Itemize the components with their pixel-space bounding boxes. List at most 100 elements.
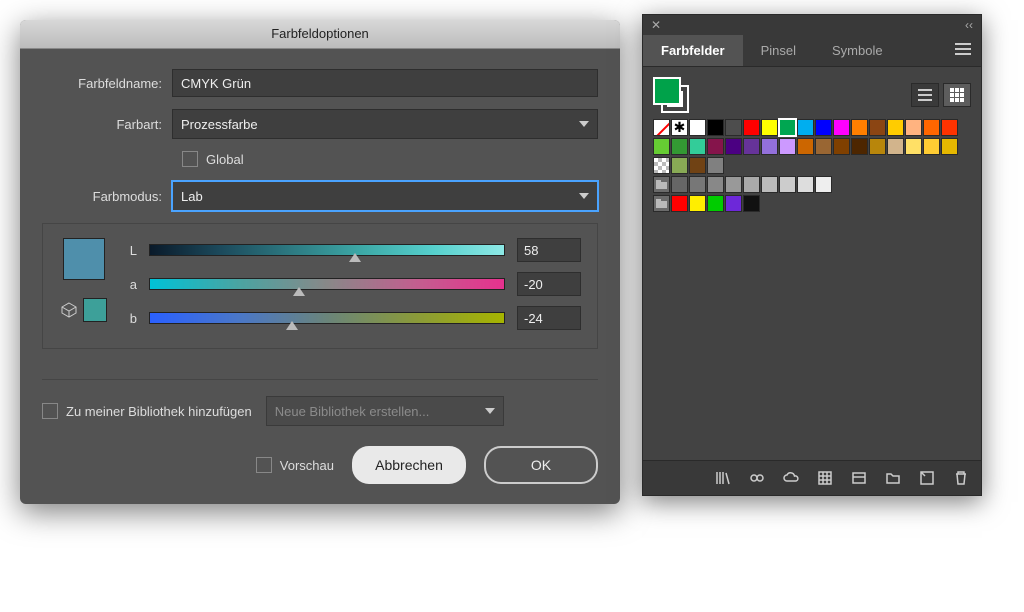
color-group-icon[interactable] xyxy=(851,470,867,486)
swatch[interactable] xyxy=(707,138,724,155)
swatch[interactable] xyxy=(869,138,886,155)
color-group-folder[interactable] xyxy=(653,176,670,193)
swatch[interactable] xyxy=(923,119,940,136)
slider-L[interactable] xyxy=(149,244,505,256)
slider-b[interactable] xyxy=(149,312,505,324)
preview-label: Vorschau xyxy=(280,458,334,473)
swatch[interactable] xyxy=(689,119,706,136)
swatch[interactable] xyxy=(815,119,832,136)
menu-icon xyxy=(955,43,971,55)
swatch[interactable] xyxy=(653,157,670,174)
panel-tabs: FarbfelderPinselSymbole xyxy=(643,35,981,67)
swatch[interactable] xyxy=(833,138,850,155)
swatch[interactable] xyxy=(743,138,760,155)
close-icon[interactable]: ✕ xyxy=(651,18,661,32)
swatch[interactable] xyxy=(671,176,688,193)
slider-a[interactable] xyxy=(149,278,505,290)
swatch[interactable] xyxy=(815,138,832,155)
link-icon[interactable] xyxy=(749,470,765,486)
swatch[interactable] xyxy=(779,119,796,136)
swatch[interactable] xyxy=(725,176,742,193)
swatch[interactable] xyxy=(887,138,904,155)
swatch[interactable] xyxy=(869,119,886,136)
swatch[interactable] xyxy=(743,176,760,193)
tab-symbole[interactable]: Symbole xyxy=(814,35,901,66)
cancel-button[interactable]: Abbrechen xyxy=(352,446,466,484)
color-mode-value: Lab xyxy=(181,189,203,204)
swatch[interactable] xyxy=(941,138,958,155)
swatch[interactable] xyxy=(761,176,778,193)
swatch-options-icon[interactable] xyxy=(817,470,833,486)
swatch[interactable] xyxy=(725,119,742,136)
swatch-registration[interactable] xyxy=(671,119,688,136)
value-b-input[interactable] xyxy=(517,306,581,330)
slider-thumb-icon[interactable] xyxy=(293,287,305,296)
swatch[interactable] xyxy=(851,119,868,136)
swatch[interactable] xyxy=(761,138,778,155)
trash-icon[interactable] xyxy=(953,470,969,486)
panel-footer xyxy=(643,460,981,495)
value-L-input[interactable] xyxy=(517,238,581,262)
swatch[interactable] xyxy=(689,176,706,193)
swatch[interactable] xyxy=(671,157,688,174)
color-sliders-group: L a b xyxy=(42,223,598,349)
slider-thumb-icon[interactable] xyxy=(349,253,361,262)
value-a-input[interactable] xyxy=(517,272,581,296)
swatch[interactable] xyxy=(779,176,796,193)
panel-menu-button[interactable] xyxy=(945,35,981,66)
swatch[interactable] xyxy=(707,157,724,174)
list-view-button[interactable] xyxy=(911,83,939,107)
swatch[interactable] xyxy=(797,119,814,136)
swatch[interactable] xyxy=(653,138,670,155)
collapse-icon[interactable]: ‹‹ xyxy=(965,18,973,32)
preview-checkbox[interactable] xyxy=(256,457,272,473)
cloud-icon[interactable] xyxy=(783,470,799,486)
color-type-select[interactable]: Prozessfarbe xyxy=(172,109,598,139)
swatch[interactable] xyxy=(797,176,814,193)
grid-icon xyxy=(950,88,964,102)
swatch[interactable] xyxy=(689,138,706,155)
swatch[interactable] xyxy=(779,138,796,155)
swatch[interactable] xyxy=(815,176,832,193)
swatch[interactable] xyxy=(923,138,940,155)
color-group-folder[interactable] xyxy=(653,195,670,212)
swatch[interactable] xyxy=(689,157,706,174)
swatch[interactable] xyxy=(887,119,904,136)
fill-color-box[interactable] xyxy=(653,77,681,105)
grid-view-button[interactable] xyxy=(943,83,971,107)
swatch[interactable] xyxy=(905,138,922,155)
swatch[interactable] xyxy=(725,138,742,155)
swatch[interactable] xyxy=(707,195,724,212)
ok-button[interactable]: OK xyxy=(484,446,598,484)
library-select[interactable]: Neue Bibliothek erstellen... xyxy=(266,396,504,426)
swatch[interactable] xyxy=(671,195,688,212)
add-to-library-checkbox[interactable] xyxy=(42,403,58,419)
swatch[interactable] xyxy=(689,195,706,212)
swatch[interactable] xyxy=(743,195,760,212)
swatch[interactable] xyxy=(797,138,814,155)
slider-b-label: b xyxy=(123,311,137,326)
color-mode-select[interactable]: Lab xyxy=(172,181,598,211)
folder-icon[interactable] xyxy=(885,470,901,486)
swatch-name-input[interactable] xyxy=(172,69,598,97)
tab-pinsel[interactable]: Pinsel xyxy=(743,35,814,66)
swatch[interactable] xyxy=(905,119,922,136)
original-color-swatch[interactable] xyxy=(83,298,107,322)
new-swatch-icon[interactable] xyxy=(919,470,935,486)
global-checkbox[interactable] xyxy=(182,151,198,167)
tab-farbfelder[interactable]: Farbfelder xyxy=(643,35,743,66)
swatch[interactable] xyxy=(941,119,958,136)
swatch[interactable] xyxy=(671,138,688,155)
swatch-none[interactable] xyxy=(653,119,670,136)
swatch[interactable] xyxy=(707,119,724,136)
swatch[interactable] xyxy=(851,138,868,155)
swatch[interactable] xyxy=(707,176,724,193)
swatch[interactable] xyxy=(761,119,778,136)
slider-thumb-icon[interactable] xyxy=(286,321,298,330)
library-icon[interactable] xyxy=(715,470,731,486)
swatch[interactable] xyxy=(833,119,850,136)
fill-stroke-indicator[interactable] xyxy=(653,77,689,113)
swatch[interactable] xyxy=(725,195,742,212)
out-of-gamut-icon[interactable] xyxy=(61,302,77,318)
swatch[interactable] xyxy=(743,119,760,136)
